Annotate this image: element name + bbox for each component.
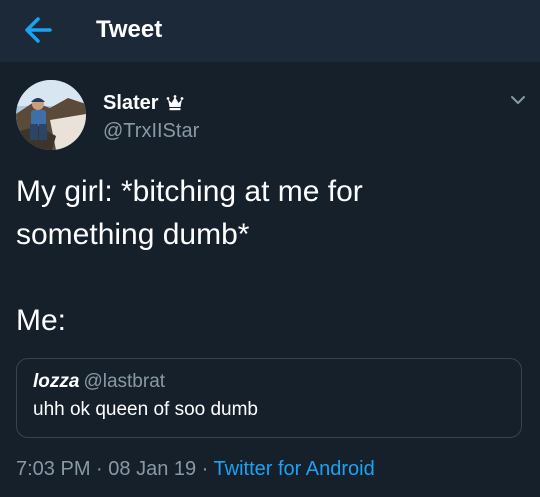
arrow-left-icon [25,17,52,43]
more-options-button[interactable] [508,90,528,110]
avatar[interactable] [16,80,86,150]
tweet-text-line: My girl: *bitching at me for [16,175,363,208]
quoted-author-handle: @lastbrat [83,371,166,392]
author-handle[interactable]: @TrxIIStar [103,120,199,143]
author-name-row[interactable]: Slater [103,90,184,116]
tweet-meta: 7:03 PM · 08 Jan 19 · Twitter for Androi… [16,458,375,481]
meta-separator: · [196,458,214,480]
tweet-source-link[interactable]: Twitter for Android [214,458,375,480]
author-name: Slater [103,91,159,114]
tweet-text-line: Me: [16,304,67,337]
tweet-date: 08 Jan 19 [108,458,197,480]
tweet-detail-screen: Tweet Slater @TrxIIStar My girl: *bitchi… [0,0,540,497]
profile-photo [16,80,86,150]
quoted-tweet[interactable]: lozza @lastbrat uhh ok queen of soo dumb [16,358,522,438]
tweet-text: My girl: *bitching at me for something d… [16,170,526,342]
tweet-text-line [16,256,526,299]
app-header: Tweet [0,0,540,62]
chevron-down-icon [511,96,525,104]
crown-icon [166,95,183,111]
back-button[interactable] [20,12,60,48]
meta-separator: · [90,458,109,480]
quoted-tweet-text: uhh ok queen of soo dumb [33,399,259,420]
page-title: Tweet [96,16,163,43]
quoted-tweet-header: lozza @lastbrat [33,371,165,393]
tweet-time: 7:03 PM [16,458,91,480]
tweet-text-line: something dumb* [16,218,250,251]
quoted-author-name: lozza [33,371,80,392]
